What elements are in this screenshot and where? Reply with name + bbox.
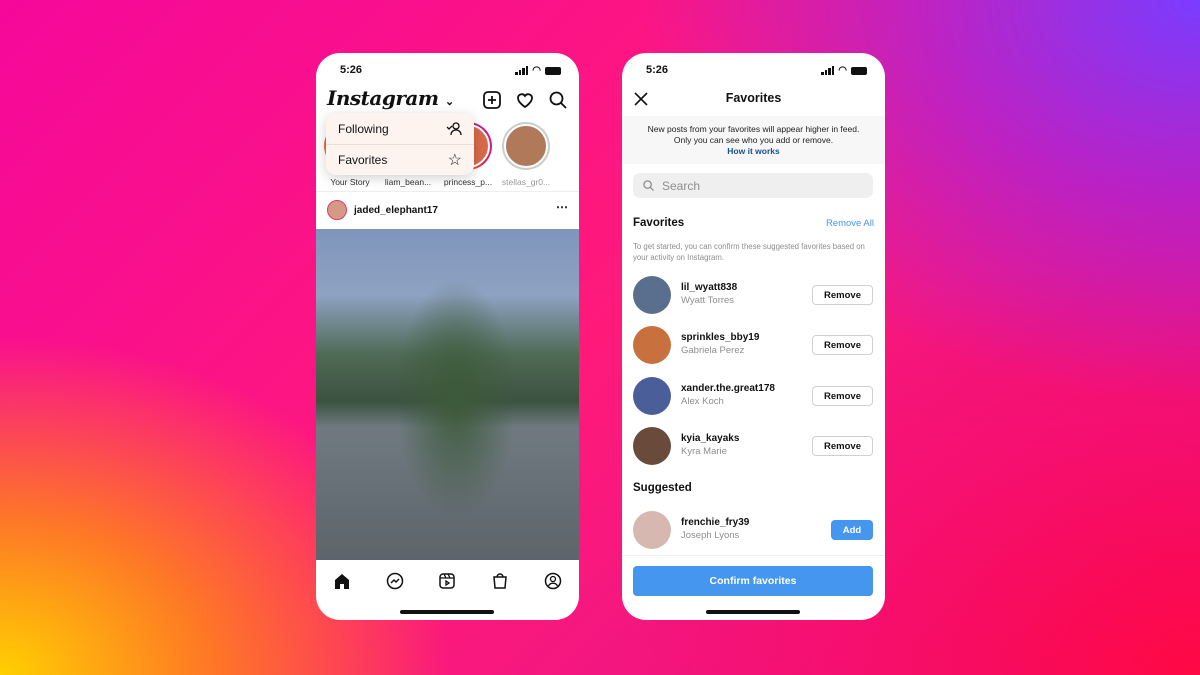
messenger-icon[interactable]: [386, 572, 404, 590]
home-indicator: [400, 610, 494, 614]
username[interactable]: kyia_kayaks: [681, 433, 739, 444]
list-item: sprinkles_bby19 Gabriela Perez Remove: [633, 326, 873, 366]
shop-icon[interactable]: [491, 572, 509, 590]
star-icon: ☆: [447, 152, 462, 169]
remove-button[interactable]: Remove: [812, 436, 873, 456]
avatar: [504, 124, 548, 168]
full-name: Wyatt Torres: [681, 295, 735, 306]
post-photo[interactable]: [316, 229, 579, 560]
info-text: Only you can see who you add or remove.: [673, 135, 834, 145]
page-title: Favorites: [725, 91, 782, 105]
status-time: 5:26: [340, 64, 363, 76]
feed-dropdown-menu: Following Favorites ☆: [326, 113, 474, 175]
favorites-phone: 5:26 ◠ Favorites New posts from your fav…: [622, 53, 885, 620]
full-name: Alex Koch: [681, 396, 724, 407]
feed-phone: 5:26 ◠ Instagram ⌄ Your Story liam_bean.…: [316, 53, 579, 620]
list-item: xander.the.great178 Alex Koch Remove: [633, 377, 873, 417]
status-bar: 5:26 ◠: [316, 63, 579, 77]
wifi-icon: ◠: [838, 65, 847, 76]
home-icon[interactable]: [333, 572, 351, 590]
search-icon[interactable]: [548, 90, 568, 110]
avatar[interactable]: [633, 326, 671, 364]
remove-button[interactable]: Remove: [812, 335, 873, 355]
reels-icon[interactable]: [438, 572, 456, 590]
avatar[interactable]: [633, 427, 671, 465]
suggested-heading: Suggested: [633, 482, 692, 494]
info-text: New posts from your favorites will appea…: [647, 124, 860, 134]
signal-icon: [821, 66, 835, 75]
list-item: kyia_kayaks Kyra Marie Remove: [633, 427, 873, 467]
following-icon: [446, 121, 462, 135]
heart-icon[interactable]: [515, 90, 535, 110]
remove-all-button[interactable]: Remove All: [826, 218, 874, 229]
search-placeholder: Search: [662, 178, 701, 193]
profile-icon[interactable]: [544, 572, 562, 590]
post-avatar[interactable]: [327, 200, 347, 220]
status-bar: 5:26 ◠: [622, 63, 885, 77]
menu-item-following[interactable]: Following: [326, 113, 474, 144]
divider: [622, 555, 885, 556]
wifi-icon: ◠: [532, 65, 541, 76]
signal-icon: [515, 66, 529, 75]
search-input[interactable]: Search: [633, 173, 873, 198]
full-name: Kyra Marie: [681, 446, 727, 457]
status-time: 5:26: [646, 64, 669, 76]
menu-label: Favorites: [338, 153, 388, 167]
username[interactable]: lil_wyatt838: [681, 282, 737, 293]
new-post-icon[interactable]: [482, 90, 502, 110]
story-label: Your Story: [330, 177, 370, 187]
chevron-down-icon: ⌄: [444, 95, 454, 108]
favorites-heading: Favorites: [633, 217, 685, 229]
search-icon: [643, 180, 654, 191]
divider: [316, 191, 579, 192]
full-name: Joseph Lyons: [681, 530, 740, 541]
menu-label: Following: [338, 121, 389, 136]
menu-item-favorites[interactable]: Favorites ☆: [326, 144, 474, 175]
info-banner: New posts from your favorites will appea…: [622, 116, 885, 164]
story-label: liam_bean...: [384, 177, 432, 187]
more-options-icon[interactable]: ⋯: [556, 200, 568, 214]
username[interactable]: xander.the.great178: [681, 383, 775, 394]
list-item: lil_wyatt838 Wyatt Torres Remove: [633, 276, 873, 316]
username[interactable]: frenchie_fry39: [681, 517, 749, 528]
how-it-works-link[interactable]: How it works: [622, 146, 885, 157]
instagram-logo[interactable]: Instagram ⌄: [327, 86, 454, 110]
add-button[interactable]: Add: [831, 520, 873, 540]
remove-button[interactable]: Remove: [812, 285, 873, 305]
avatar[interactable]: [633, 377, 671, 415]
avatar[interactable]: [633, 511, 671, 549]
story-stellas[interactable]: [502, 122, 550, 170]
list-item: frenchie_fry39 Joseph Lyons Add: [633, 511, 873, 551]
logo-text: Instagram: [327, 86, 439, 110]
post-username[interactable]: jaded_elephant17: [354, 205, 438, 216]
username[interactable]: sprinkles_bby19: [681, 332, 759, 343]
full-name: Gabriela Perez: [681, 345, 745, 356]
bottom-tab-bar: [316, 560, 579, 602]
story-label: stellas_gr0...: [501, 177, 551, 187]
battery-icon: [851, 66, 867, 75]
story-label: princess_p...: [443, 177, 493, 187]
favorites-description: To get started, you can confirm these su…: [633, 242, 865, 262]
remove-button[interactable]: Remove: [812, 386, 873, 406]
confirm-favorites-button[interactable]: Confirm favorites: [633, 566, 873, 596]
home-indicator: [706, 610, 800, 614]
battery-icon: [545, 66, 561, 75]
avatar[interactable]: [633, 276, 671, 314]
